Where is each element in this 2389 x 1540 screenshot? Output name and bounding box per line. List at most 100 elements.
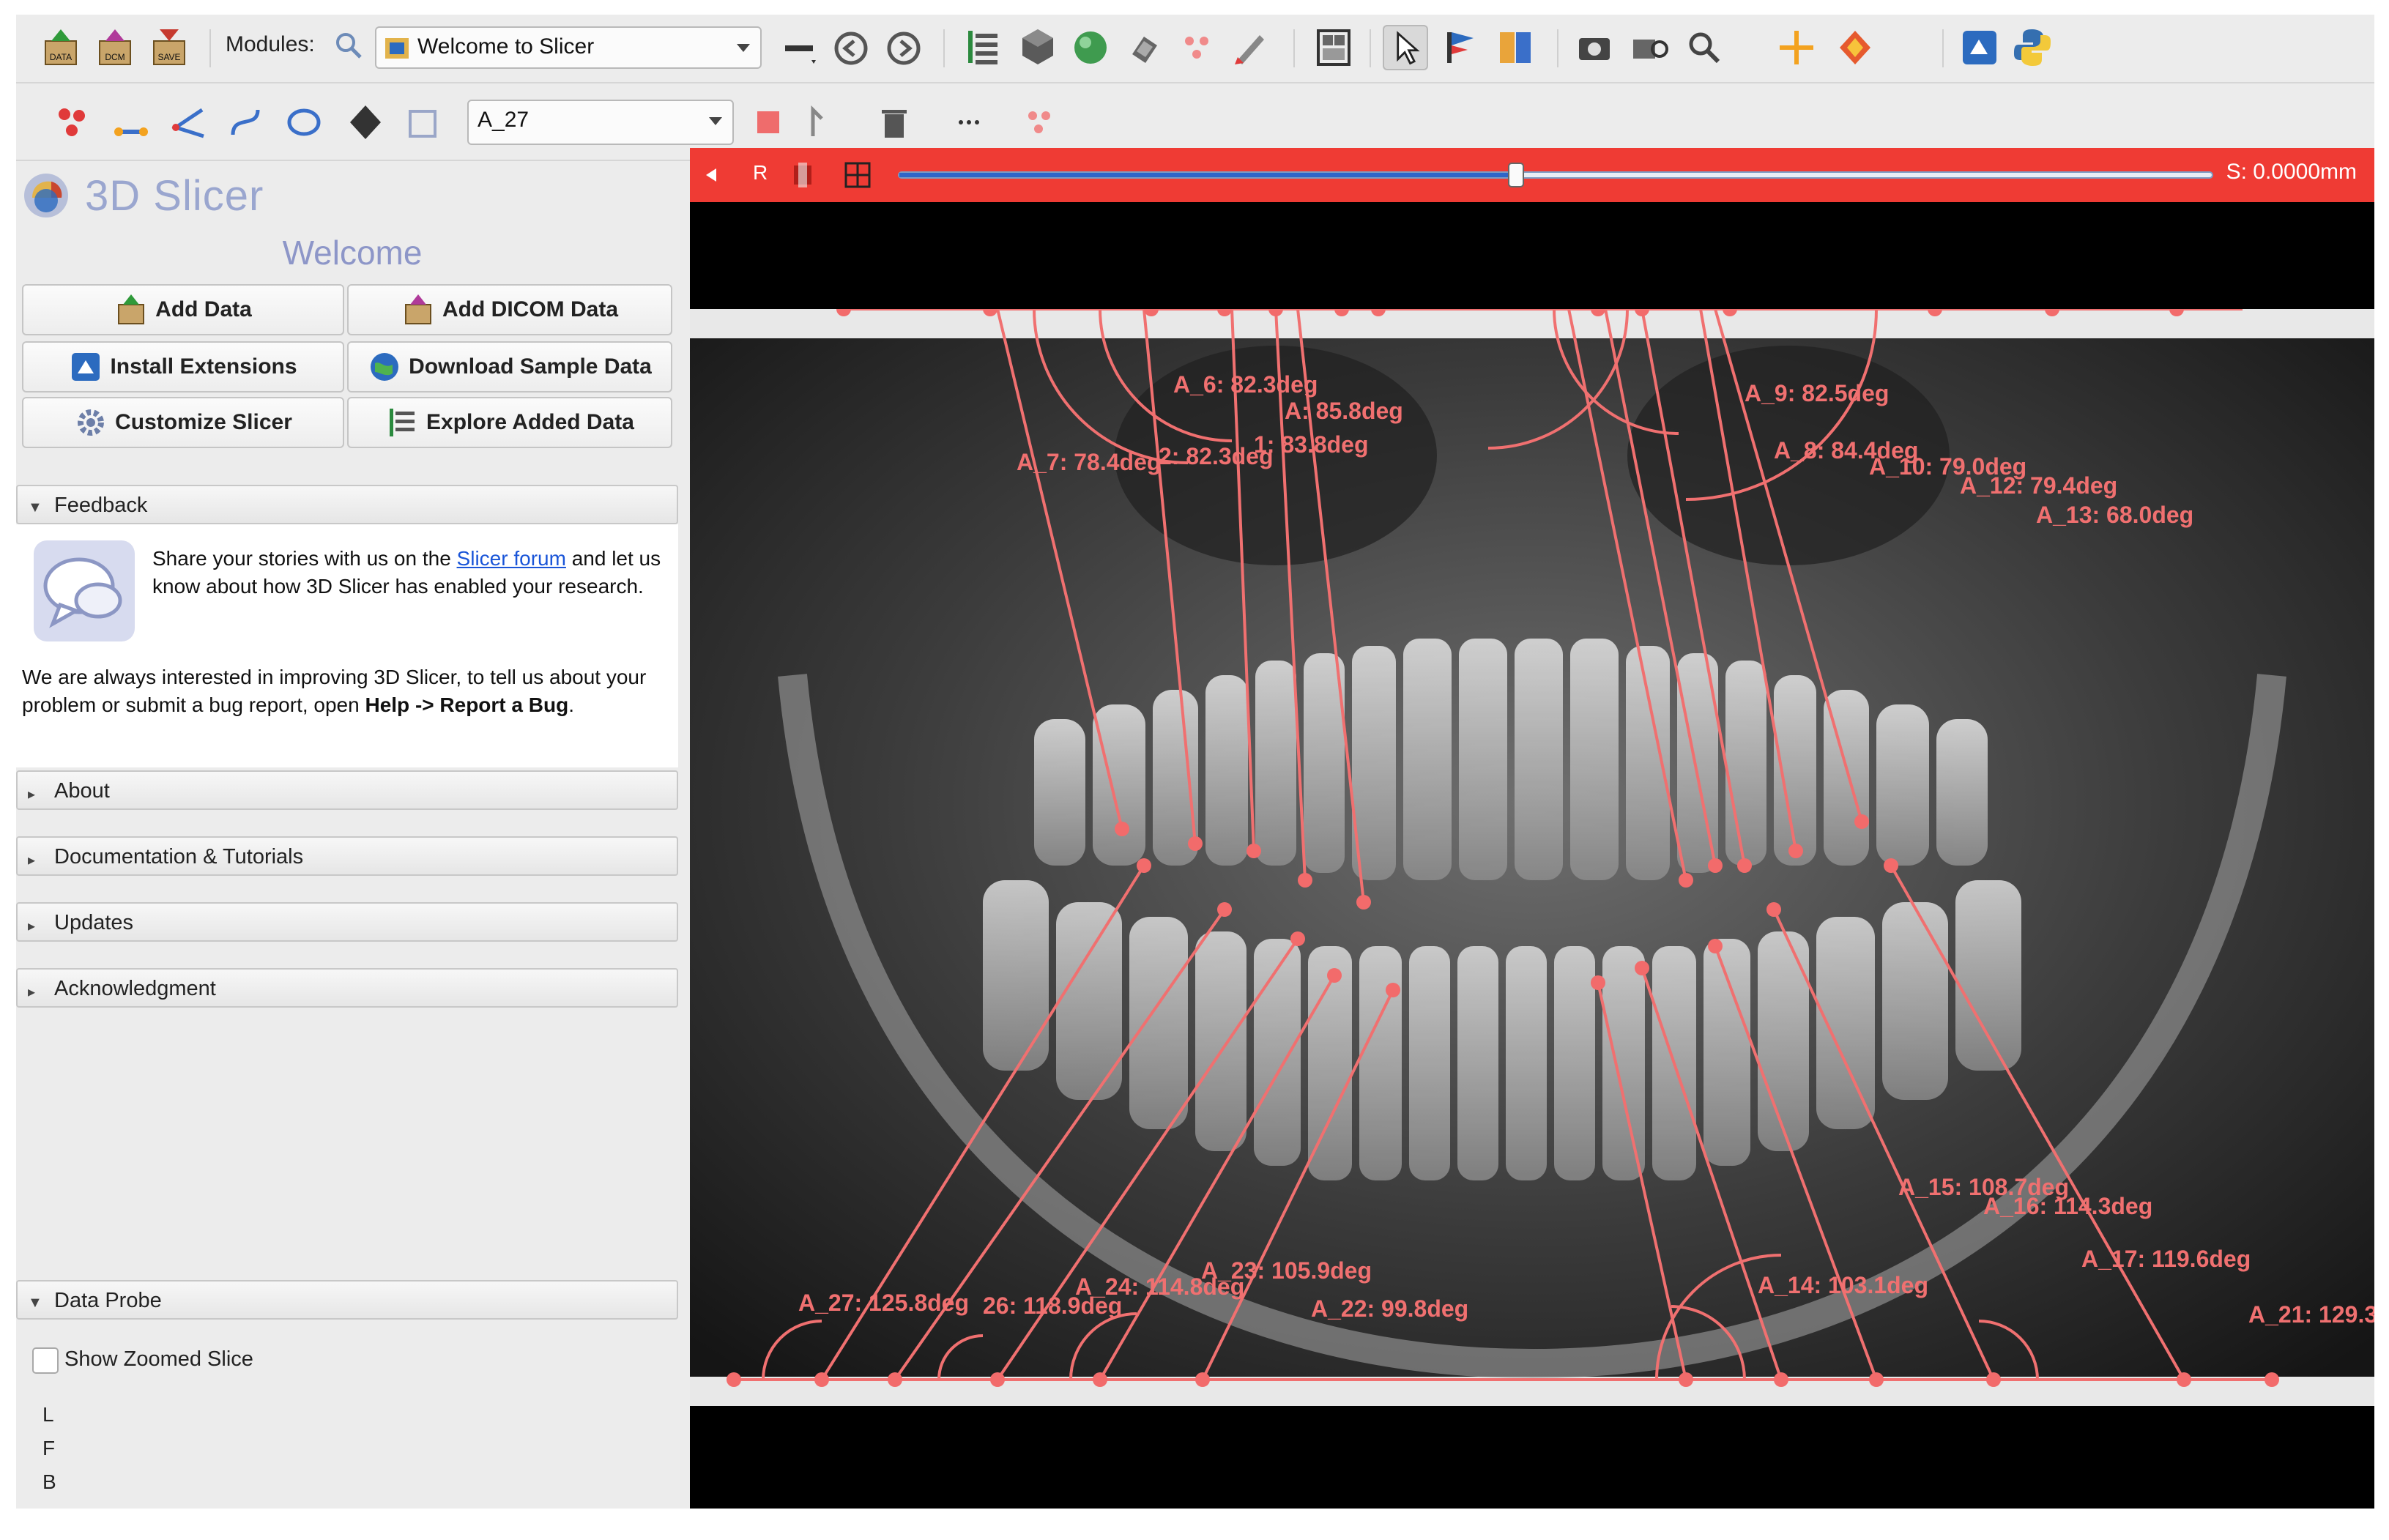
- extension-manager-icon[interactable]: [1957, 25, 2002, 70]
- layout-icon[interactable]: [778, 26, 823, 72]
- docs-section-header[interactable]: ▸ Documentation & Tutorials: [16, 836, 678, 876]
- models-icon[interactable]: [1068, 25, 1113, 70]
- gear-icon: [78, 409, 105, 436]
- main-toolbar: DATA DCM SAVE Modules: Welcome to Slicer: [16, 15, 2374, 83]
- module-selector[interactable]: Welcome to Slicer: [375, 26, 762, 69]
- customize-slicer-label: Customize Slicer: [115, 410, 292, 434]
- dcm-icon[interactable]: DCM: [92, 25, 138, 70]
- forward-icon[interactable]: [882, 26, 927, 72]
- data-icon[interactable]: DATA: [38, 25, 83, 70]
- install-extensions-button[interactable]: Install Extensions: [22, 341, 344, 393]
- slider-fill: [899, 173, 1517, 177]
- more-options-icon[interactable]: [946, 100, 992, 145]
- slicer-forum-link[interactable]: Slicer forum: [457, 547, 566, 570]
- customize-slicer-button[interactable]: Customize Slicer: [22, 397, 344, 448]
- add-data-button[interactable]: Add Data: [22, 284, 344, 335]
- slicer-window: DATA DCM SAVE Modules: Welcome to Slicer: [16, 15, 2374, 1509]
- extension-manager-icon: [72, 353, 100, 381]
- feedback-paragraph-1: Share your stories with us on the Slicer…: [152, 547, 661, 598]
- roi-icon[interactable]: [401, 100, 447, 145]
- angle-label: A_23: 105.9deg: [1201, 1257, 1372, 1284]
- grid-icon[interactable]: [844, 161, 872, 189]
- add-data-label: Add Data: [155, 297, 252, 321]
- place-mode-icon[interactable]: [797, 100, 842, 145]
- probe-row-f: F: [42, 1437, 56, 1459]
- angle-label: A: 85.8deg: [1285, 398, 1403, 424]
- data-tree-icon: [390, 409, 415, 436]
- download-sample-button[interactable]: Download Sample Data: [347, 341, 672, 393]
- line-icon[interactable]: [108, 100, 154, 145]
- slice-offset-slider[interactable]: [898, 171, 2213, 179]
- orientation-label: R: [753, 161, 768, 184]
- feedback-paragraph-2: We are always interested in improving 3D…: [22, 666, 647, 716]
- svg-text:SAVE: SAVE: [157, 52, 180, 62]
- data-icon: [118, 294, 145, 324]
- globe-icon: [371, 353, 399, 381]
- feedback-header-label: Feedback: [54, 494, 148, 517]
- screen-layout-icon[interactable]: [1311, 25, 1356, 70]
- data-tree-icon[interactable]: [961, 25, 1006, 70]
- camera-icon[interactable]: [1627, 25, 1673, 70]
- angle-label: 2: 82.3deg: [1159, 443, 1274, 469]
- plane-icon[interactable]: [343, 100, 388, 145]
- angle-label: A_22: 99.8deg: [1311, 1295, 1468, 1322]
- report-bug-hint: Help -> Report a Bug: [365, 693, 569, 716]
- data-probe-section-header[interactable]: ▼ Data Probe: [16, 1280, 678, 1320]
- angle-label: A_27: 125.8deg: [798, 1290, 969, 1316]
- show-zoomed-slice-checkbox[interactable]: [32, 1347, 59, 1374]
- chat-bubble-icon: [34, 540, 135, 641]
- svg-text:DCM: DCM: [105, 52, 125, 62]
- red-slice-view[interactable]: R S: 0.0000mm A_6: 82.3deg A: 85.8deg 1:…: [690, 148, 2374, 1509]
- back-icon[interactable]: [829, 26, 874, 72]
- window-level-icon[interactable]: [1493, 25, 1538, 70]
- crosshair-icon[interactable]: [1774, 25, 1819, 70]
- add-dicom-label: Add DICOM Data: [442, 297, 618, 321]
- caret-down-icon: ▼: [28, 499, 42, 516]
- screenshot-icon[interactable]: [1572, 25, 1617, 70]
- svg-text:DATA: DATA: [50, 52, 72, 62]
- probe-row-b: B: [42, 1470, 56, 1493]
- docs-label: Documentation & Tutorials: [54, 845, 304, 868]
- caret-right-icon: ▸: [28, 786, 36, 803]
- download-sample-label: Download Sample Data: [409, 354, 652, 379]
- acknowledgment-section-header[interactable]: ▸ Acknowledgment: [16, 968, 678, 1008]
- save-icon[interactable]: SAVE: [146, 25, 192, 70]
- module-selected: Welcome to Slicer: [417, 34, 595, 59]
- delete-point-icon[interactable]: [746, 100, 791, 145]
- updates-section-header[interactable]: ▸ Updates: [16, 902, 678, 942]
- slicer-logo-icon: [24, 174, 68, 217]
- angle-icon[interactable]: [167, 100, 212, 145]
- link-icon[interactable]: [788, 161, 817, 189]
- feedback-section-header[interactable]: ▼ Feedback: [16, 485, 678, 524]
- editor-icon[interactable]: [1227, 25, 1273, 70]
- trash-icon[interactable]: [872, 100, 917, 145]
- add-dicom-button[interactable]: Add DICOM Data: [347, 284, 672, 335]
- angle-label: A_12: 79.4deg: [1960, 472, 2117, 499]
- curve-icon[interactable]: [223, 100, 268, 145]
- markups-icon[interactable]: [1175, 25, 1220, 70]
- zoom-icon[interactable]: [1682, 25, 1727, 70]
- python-icon[interactable]: [2010, 25, 2055, 70]
- explore-data-button[interactable]: Explore Added Data: [347, 397, 672, 448]
- angle-label: A_13: 68.0deg: [2036, 502, 2193, 528]
- markups-list-icon[interactable]: [1017, 100, 1062, 145]
- volumes-icon[interactable]: [1015, 25, 1060, 70]
- data-probe-label: Data Probe: [54, 1289, 162, 1312]
- about-section-header[interactable]: ▸ About: [16, 770, 678, 810]
- slice-intersections-icon[interactable]: [1832, 25, 1878, 70]
- slice-controller-bar: R S: 0.0000mm: [690, 148, 2374, 202]
- caret-right-icon: ▸: [28, 852, 36, 868]
- install-extensions-label: Install Extensions: [110, 354, 297, 379]
- search-icon[interactable]: [331, 28, 366, 63]
- markup-node-selector[interactable]: A_27: [467, 100, 734, 145]
- place-fiducial-icon[interactable]: [1438, 25, 1484, 70]
- fiducial-list-icon[interactable]: [50, 100, 95, 145]
- angle-label: A_21: 129.3: [2248, 1301, 2374, 1328]
- transforms-icon[interactable]: [1122, 25, 1167, 70]
- pointer-icon[interactable]: [1383, 25, 1428, 70]
- markup-selected: A_27: [478, 108, 530, 132]
- pin-icon[interactable]: [703, 164, 727, 186]
- angle-label: A_14: 103.1deg: [1758, 1272, 1928, 1298]
- closed-curve-icon[interactable]: [281, 100, 327, 145]
- slider-thumb[interactable]: [1508, 163, 1525, 187]
